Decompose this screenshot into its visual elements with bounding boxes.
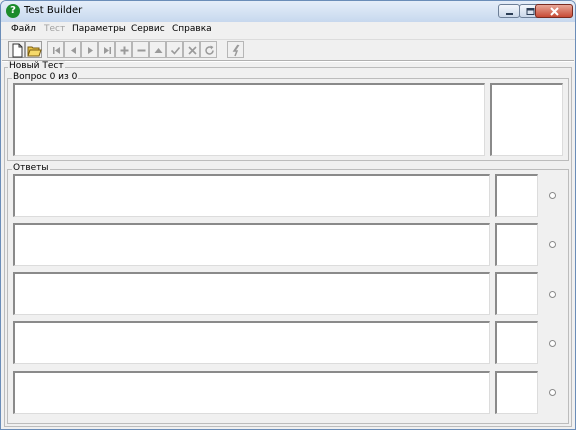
menu-file[interactable]: Файл (11, 24, 36, 34)
first-icon (53, 47, 60, 54)
move-up-button[interactable] (149, 41, 166, 58)
answers-group-title: Ответы (12, 163, 50, 173)
new-test-button[interactable] (8, 41, 25, 58)
remove-icon (137, 49, 146, 52)
close-icon (550, 7, 559, 16)
last-icon (104, 47, 111, 54)
answer-score-field[interactable] (495, 272, 538, 315)
answer-text-field[interactable] (13, 371, 490, 414)
cancel-button[interactable] (183, 41, 200, 58)
last-question-button[interactable] (98, 41, 115, 58)
move-up-icon (154, 48, 163, 53)
answer-score-field[interactable] (495, 321, 538, 364)
answer-correct-radio[interactable] (549, 291, 556, 298)
answer-score-field[interactable] (495, 223, 538, 266)
menu-service[interactable]: Сервис (131, 24, 165, 34)
refresh-button[interactable] (200, 41, 217, 58)
remove-question-button[interactable] (132, 41, 149, 58)
previous-question-button[interactable] (64, 41, 81, 58)
next-icon (88, 47, 93, 54)
accept-button[interactable] (166, 41, 183, 58)
toolbar-separator (2, 60, 574, 62)
menu-bar: Файл Тест Параметры Сервис Справка (1, 22, 575, 38)
run-test-icon (232, 44, 240, 57)
answer-correct-radio[interactable] (549, 192, 556, 199)
close-button[interactable] (535, 4, 573, 18)
answer-score-field[interactable] (495, 371, 538, 414)
open-folder-icon (27, 46, 42, 57)
app-icon: ? (6, 4, 20, 18)
test-group-title: Новый Тест (8, 61, 65, 71)
cancel-icon (188, 46, 197, 55)
minimize-icon (506, 13, 513, 15)
answer-text-field[interactable] (13, 174, 490, 217)
add-icon (120, 46, 129, 55)
minimize-button[interactable] (498, 4, 520, 18)
first-question-button[interactable] (47, 41, 64, 58)
next-question-button[interactable] (81, 41, 98, 58)
menu-parameters[interactable]: Параметры (72, 24, 126, 34)
menu-help[interactable]: Справка (172, 24, 212, 34)
answer-correct-radio[interactable] (549, 340, 556, 347)
refresh-icon (205, 45, 214, 55)
accept-icon (170, 46, 181, 55)
answer-text-field[interactable] (13, 321, 490, 364)
answer-text-field[interactable] (13, 223, 490, 266)
question-text-field[interactable] (13, 83, 485, 156)
question-image-field[interactable] (490, 83, 563, 156)
app-window: ? Test Builder Файл Тест Параметры Серви… (0, 0, 576, 430)
toolbar (1, 39, 575, 60)
new-document-icon (12, 43, 23, 58)
run-test-button[interactable] (227, 41, 244, 58)
answer-text-field[interactable] (13, 272, 490, 315)
answer-correct-radio[interactable] (549, 389, 556, 396)
answer-correct-radio[interactable] (549, 241, 556, 248)
open-test-button[interactable] (25, 41, 42, 58)
title-bar[interactable]: ? Test Builder (1, 1, 575, 23)
answer-score-field[interactable] (495, 174, 538, 217)
question-counter: Вопрос 0 из 0 (12, 72, 79, 82)
previous-icon (71, 47, 76, 54)
add-question-button[interactable] (115, 41, 132, 58)
menu-test[interactable]: Тест (44, 24, 65, 34)
window-title: Test Builder (24, 5, 83, 16)
